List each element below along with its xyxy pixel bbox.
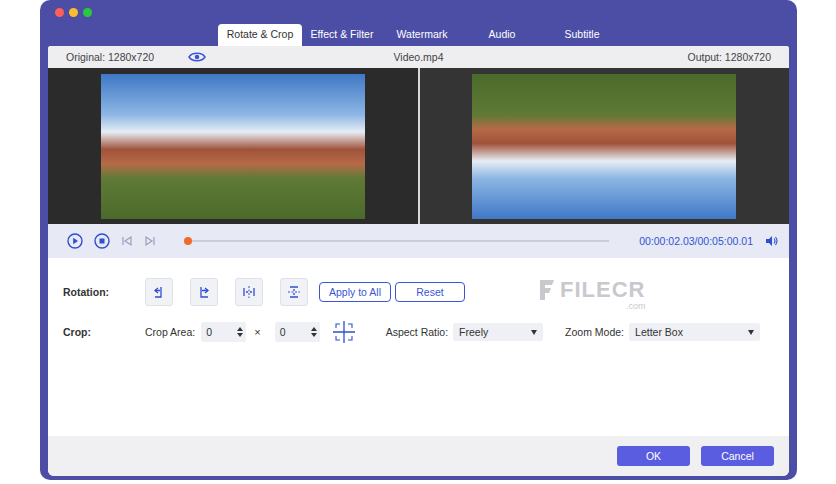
output-preview xyxy=(420,68,790,224)
preview-area xyxy=(48,68,789,224)
rotate-left-button[interactable] xyxy=(145,278,173,306)
dropdown-icon xyxy=(531,330,537,335)
tab[interactable]: Watermark xyxy=(382,24,462,46)
previous-frame-icon[interactable] xyxy=(121,235,133,247)
rotation-action-button[interactable]: Apply to All xyxy=(319,282,391,302)
aspect-ratio-select[interactable]: Freely xyxy=(453,323,543,341)
rotate-left-icon xyxy=(152,285,166,299)
traffic-light[interactable] xyxy=(83,8,92,17)
traffic-light[interactable] xyxy=(55,8,64,17)
flip-horizontal-icon xyxy=(242,285,256,299)
flip-vertical-icon xyxy=(287,285,301,299)
rotate-right-button[interactable] xyxy=(190,278,218,306)
traffic-lights xyxy=(48,8,218,17)
crop-row: Crop:Crop Area: 0 × 0 Aspect Ratio: Freely Zoo… xyxy=(63,320,774,344)
next-frame-icon[interactable] xyxy=(144,235,156,247)
progress-slider[interactable] xyxy=(185,240,609,242)
footer: OK Cancel xyxy=(48,436,789,476)
original-preview xyxy=(48,68,418,224)
info-bar: Original: 1280x720 Video.mp4Output: 1280x… xyxy=(48,46,789,68)
rotation-label: Rotation: xyxy=(63,286,145,298)
zoom-mode-label: Zoom Mode: xyxy=(565,326,624,338)
play-icon[interactable] xyxy=(67,233,83,249)
tab[interactable]: Rotate & Crop xyxy=(218,24,302,46)
dialog-button[interactable]: Cancel xyxy=(701,446,774,466)
flip-vertical-button[interactable] xyxy=(280,278,308,306)
output-frame xyxy=(472,74,736,219)
time-display: 00:00:02.03/00:05:00.01 xyxy=(639,235,753,247)
crop-width-input[interactable]: 0 xyxy=(201,322,246,342)
aspect-ratio-label: Aspect Ratio: xyxy=(386,326,448,338)
volume-icon[interactable] xyxy=(765,235,779,247)
eye-icon[interactable] xyxy=(188,51,206,63)
rotate-right-icon xyxy=(197,285,211,299)
dialog-button[interactable]: OK xyxy=(617,446,690,466)
page: Rotate & CropEffect & FilterWatermarkAud… xyxy=(0,0,836,484)
tab[interactable]: Audio xyxy=(462,24,542,46)
original-size: Original: 1280x720 xyxy=(66,51,154,63)
zoom-mode-select[interactable]: Letter Box xyxy=(629,323,760,341)
flip-horizontal-button[interactable] xyxy=(235,278,263,306)
settings-panel: Rotation: Apply to AllReset Crop:Crop Area… xyxy=(48,258,789,436)
traffic-light[interactable] xyxy=(69,8,78,17)
tab[interactable]: Subtitle xyxy=(542,24,622,46)
tab[interactable]: Effect & Filter xyxy=(302,24,382,46)
output-size: Output: 1280x720 xyxy=(536,51,771,63)
crop-label: Crop: xyxy=(63,326,145,338)
rotation-action-button[interactable]: Reset xyxy=(395,282,465,302)
file-name: Video.mp4 xyxy=(301,51,536,63)
player-controls: 00:00:02.03/00:05:00.01 xyxy=(48,224,789,258)
tab-bar: Rotate & CropEffect & FilterWatermarkAud… xyxy=(218,24,622,46)
original-frame xyxy=(101,74,365,219)
stop-icon[interactable] xyxy=(94,233,110,249)
crop-height-input[interactable]: 0 xyxy=(275,322,320,342)
watermark-logo-icon xyxy=(538,278,556,302)
progress-handle[interactable] xyxy=(184,237,192,245)
crop-center-icon[interactable] xyxy=(332,320,356,344)
watermark: FILECR.com xyxy=(538,278,645,311)
crop-area-label: Crop Area: xyxy=(145,326,195,338)
editor-window: Rotate & CropEffect & FilterWatermarkAud… xyxy=(40,0,797,480)
rotation-row: Rotation: Apply to AllReset xyxy=(63,278,774,306)
content: Original: 1280x720 Video.mp4Output: 1280x… xyxy=(48,46,789,476)
times-sign: × xyxy=(254,326,260,338)
title-bar: Rotate & CropEffect & FilterWatermarkAud… xyxy=(48,0,789,46)
dropdown-icon xyxy=(748,330,754,335)
